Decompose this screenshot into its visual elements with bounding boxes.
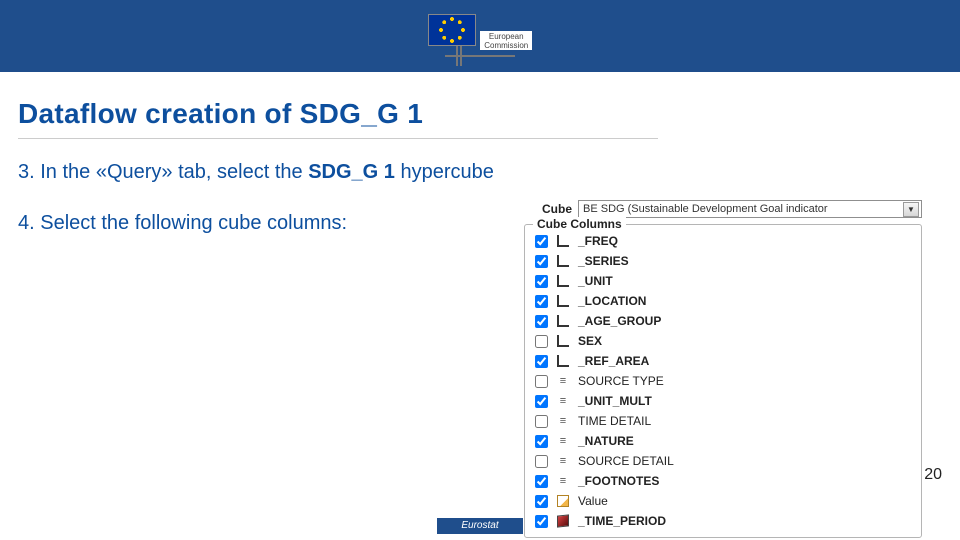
cube-column-checkbox[interactable] [535,275,548,288]
cube-column-row: _REF_AREA [535,351,911,371]
cube-column-row: _UNIT [535,271,911,291]
attribute-icon: ≡ [556,435,570,447]
cube-column-row: ≡ SOURCE TYPE [535,371,911,391]
cube-column-checkbox[interactable] [535,455,548,468]
cube-column-row: ≡ _FOOTNOTES [535,471,911,491]
cube-column-label: _FREQ [578,234,618,248]
dimension-icon [556,335,570,347]
attribute-icon: ≡ [556,455,570,467]
cube-column-label: Value [578,494,608,508]
dimension-icon [556,315,570,327]
cube-column-checkbox[interactable] [535,515,548,528]
dimension-icon [556,255,570,267]
dimension-icon [556,235,570,247]
cube-columns-legend: Cube Columns [533,217,626,231]
cube-column-label: _NATURE [578,434,634,448]
attribute-icon: ≡ [556,375,570,387]
cube-column-label: SOURCE TYPE [578,374,664,388]
footer-eurostat: Eurostat [437,518,523,534]
cube-dropdown[interactable]: BE SDG (Sustainable Development Goal ind… [578,200,922,218]
dimension-icon [556,275,570,287]
cube-column-row: _FREQ [535,231,911,251]
cube-label: Cube [542,202,572,216]
cube-column-label: SOURCE DETAIL [578,454,674,468]
cube-column-row: ≡ _UNIT_MULT [535,391,911,411]
page-title: Dataflow creation of SDG_G 1 [0,72,960,139]
chevron-down-icon[interactable]: ▼ [903,202,919,217]
step-3: 3. In the «Query» tab, select the SDG_G … [0,161,960,184]
attribute-icon: ≡ [556,395,570,407]
cube-column-checkbox[interactable] [535,335,548,348]
cube-column-row: _TIME_PERIOD [535,511,911,531]
cube-column-row: ≡ SOURCE DETAIL [535,451,911,471]
cube-column-label: TIME DETAIL [578,414,651,428]
logo-caption: European Commission [480,31,532,50]
cube-column-row: _SERIES [535,251,911,271]
dimension-icon [556,295,570,307]
cube-column-label: _TIME_PERIOD [578,514,666,528]
cube-column-row: _AGE_GROUP [535,311,911,331]
cube-column-row: SEX [535,331,911,351]
cube-column-label: _UNIT_MULT [578,394,652,408]
cube-column-checkbox[interactable] [535,495,548,508]
cube-column-row: ≡ _NATURE [535,431,911,451]
cube-column-checkbox[interactable] [535,315,548,328]
cube-column-checkbox[interactable] [535,255,548,268]
header-bar: European Commission [0,0,960,72]
cube-column-checkbox[interactable] [535,395,548,408]
eu-flag-icon [428,14,476,46]
value-icon [556,495,570,507]
cube-column-checkbox[interactable] [535,435,548,448]
cube-column-label: _FOOTNOTES [578,474,659,488]
cube-column-checkbox[interactable] [535,475,548,488]
cube-column-checkbox[interactable] [535,295,548,308]
cube-column-label: _AGE_GROUP [578,314,661,328]
cube-column-label: _SERIES [578,254,629,268]
cube-dropdown-value: BE SDG (Sustainable Development Goal ind… [583,203,828,215]
cube-column-row: ≡ TIME DETAIL [535,411,911,431]
cube-column-checkbox[interactable] [535,375,548,388]
cube-panel: Cube BE SDG (Sustainable Development Goa… [524,200,922,538]
page-number: 20 [924,466,942,484]
cube-column-label: _LOCATION [578,294,646,308]
cube-column-checkbox[interactable] [535,355,548,368]
cube-column-checkbox[interactable] [535,415,548,428]
cube-columns-box: Cube Columns _FREQ_SERIES_UNIT_LOCATION_… [524,224,922,538]
cube-column-row: Value [535,491,911,511]
cube-column-label: SEX [578,334,602,348]
ec-logo: European Commission [418,14,542,57]
cube-column-row: _LOCATION [535,291,911,311]
cube-columns-list: _FREQ _SERIES _UNIT _LOCATION _AGE_GROUP SEX _… [535,231,911,531]
cube-column-checkbox[interactable] [535,235,548,248]
cube-column-label: _REF_AREA [578,354,649,368]
time-cube-icon [556,515,570,527]
dimension-icon [556,355,570,367]
attribute-icon: ≡ [556,415,570,427]
attribute-icon: ≡ [556,475,570,487]
cube-column-label: _UNIT [578,274,613,288]
